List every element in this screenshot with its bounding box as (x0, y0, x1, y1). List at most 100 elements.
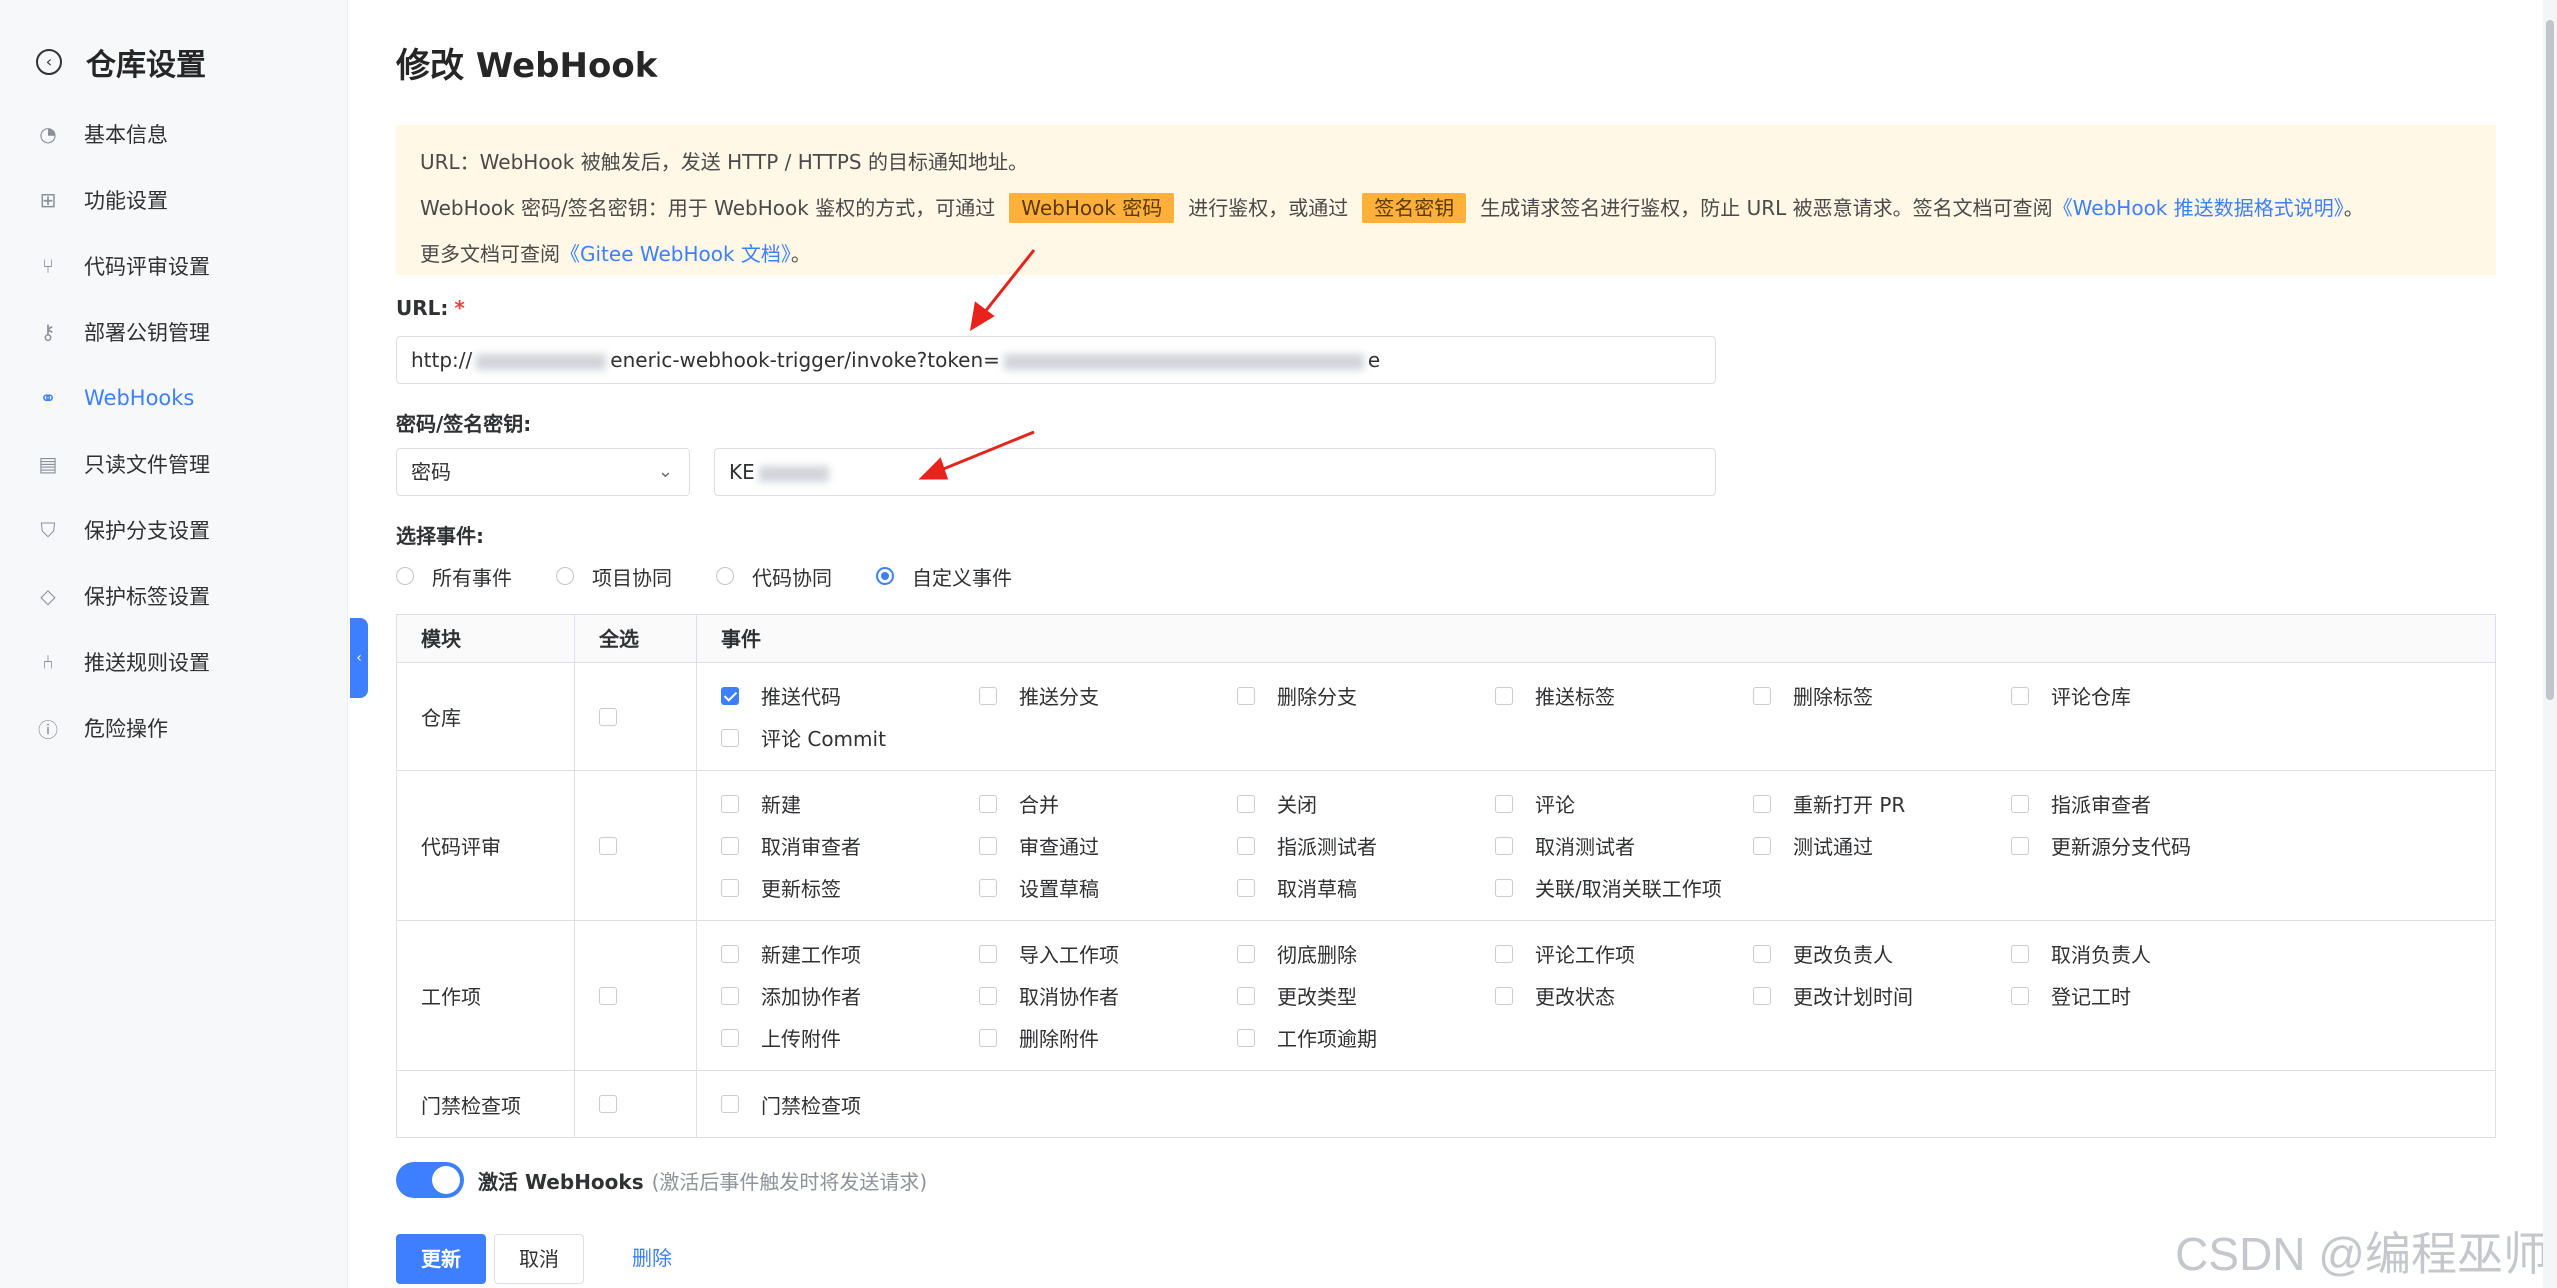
push-doc-link[interactable]: 《WebHook 推送数据格式说明》 (2053, 196, 2344, 220)
event-option[interactable]: 取消审查者 (721, 834, 979, 859)
event-checkbox[interactable] (1237, 878, 1255, 897)
event-checkbox[interactable] (1495, 794, 1513, 813)
event-mode-radio-3[interactable]: 自定义事件 (876, 562, 1012, 591)
event-checkbox[interactable] (721, 944, 739, 963)
scrollbar-thumb[interactable] (2546, 20, 2554, 700)
event-option[interactable]: 合并 (979, 792, 1237, 817)
sidebar-item-5[interactable]: ▤ 只读文件管理 (36, 444, 210, 484)
event-option[interactable]: 评论 (1495, 792, 1753, 817)
event-option[interactable]: 推送分支 (979, 684, 1237, 709)
event-option[interactable]: 关闭 (1237, 792, 1495, 817)
event-checkbox[interactable] (979, 836, 997, 855)
event-option[interactable]: 添加协作者 (721, 984, 979, 1009)
event-checkbox[interactable] (1495, 986, 1513, 1005)
cancel-button[interactable]: 取消 (494, 1234, 584, 1284)
event-checkbox[interactable] (721, 1028, 739, 1047)
select-all-checkbox[interactable] (599, 707, 617, 726)
event-checkbox[interactable] (2011, 836, 2029, 855)
select-all-checkbox[interactable] (599, 836, 617, 855)
event-option[interactable]: 门禁检查项 (721, 1092, 979, 1118)
event-option[interactable]: 更改计划时间 (1753, 984, 2011, 1009)
url-input[interactable]: http://eneric-webhook-trigger/invoke?tok… (396, 336, 1716, 384)
event-option[interactable]: 关联/取消关联工作项 (1495, 876, 1753, 901)
event-checkbox[interactable] (1237, 794, 1255, 813)
event-checkbox[interactable] (721, 1095, 739, 1113)
event-option[interactable]: 取消测试者 (1495, 834, 1753, 859)
event-checkbox[interactable] (979, 1028, 997, 1047)
event-option[interactable]: 新建工作项 (721, 942, 979, 967)
collapse-sidebar-button[interactable]: ‹ (350, 618, 368, 698)
event-option[interactable]: 更改负责人 (1753, 942, 2011, 967)
sidebar-item-7[interactable]: ◇ 保护标签设置 (36, 576, 210, 616)
radio-dot[interactable] (876, 567, 894, 585)
scrollbar[interactable] (2543, 0, 2557, 1288)
event-option[interactable]: 登记工时 (2011, 984, 2269, 1009)
sidebar-item-8[interactable]: ⑃ 推送规则设置 (36, 642, 210, 682)
event-checkbox[interactable] (2011, 944, 2029, 963)
select-all-checkbox[interactable] (599, 986, 617, 1005)
back-icon[interactable]: ‹ (36, 49, 62, 75)
event-option[interactable]: 删除标签 (1753, 684, 2011, 709)
event-option[interactable]: 更改类型 (1237, 984, 1495, 1009)
event-checkbox[interactable] (1237, 686, 1255, 705)
event-option[interactable]: 取消负责人 (2011, 942, 2269, 967)
sidebar-item-9[interactable]: ⓘ 危险操作 (36, 708, 168, 748)
event-checkbox[interactable] (1753, 986, 1771, 1005)
sidebar-item-6[interactable]: ⛉ 保护分支设置 (36, 510, 211, 550)
event-option[interactable]: 评论仓库 (2011, 684, 2269, 709)
sidebar-item-2[interactable]: ⑂ 代码评审设置 (36, 246, 210, 286)
event-option[interactable]: 推送代码 (721, 684, 979, 709)
event-checkbox[interactable] (721, 794, 739, 813)
event-option[interactable]: 指派测试者 (1237, 834, 1495, 859)
event-checkbox[interactable] (1237, 944, 1255, 963)
select-all-checkbox[interactable] (599, 1095, 617, 1113)
delete-button[interactable]: 删除 (608, 1234, 696, 1284)
event-checkbox[interactable] (979, 944, 997, 963)
event-checkbox[interactable] (1237, 1028, 1255, 1047)
event-checkbox[interactable] (721, 836, 739, 855)
event-option[interactable]: 推送标签 (1495, 684, 1753, 709)
event-checkbox[interactable] (1753, 836, 1771, 855)
event-option[interactable]: 工作项逾期 (1237, 1026, 1495, 1051)
event-option[interactable]: 设置草稿 (979, 876, 1237, 901)
event-checkbox[interactable] (979, 878, 997, 897)
event-checkbox[interactable] (721, 686, 739, 705)
event-mode-radio-1[interactable]: 项目协同 (556, 562, 672, 591)
sidebar-item-3[interactable]: ⚷ 部署公钥管理 (36, 312, 210, 352)
sidebar-item-0[interactable]: ◔ 基本信息 (36, 114, 168, 154)
event-option[interactable]: 测试通过 (1753, 834, 2011, 859)
event-option[interactable]: 新建 (721, 792, 979, 817)
event-checkbox[interactable] (721, 878, 739, 897)
sidebar-item-1[interactable]: ⊞ 功能设置 (36, 180, 168, 220)
event-checkbox[interactable] (1495, 686, 1513, 705)
event-checkbox[interactable] (1495, 878, 1513, 897)
activate-toggle[interactable] (396, 1162, 464, 1198)
secret-input[interactable]: KE (714, 448, 1716, 496)
event-checkbox[interactable] (1753, 794, 1771, 813)
event-mode-radio-2[interactable]: 代码协同 (716, 562, 832, 591)
event-checkbox[interactable] (1753, 944, 1771, 963)
event-mode-radio-0[interactable]: 所有事件 (396, 562, 512, 591)
event-option[interactable]: 删除分支 (1237, 684, 1495, 709)
gitee-doc-link[interactable]: 《Gitee WebHook 文档》 (560, 242, 791, 266)
sidebar-item-4[interactable]: ⚭ WebHooks (36, 378, 195, 418)
event-checkbox[interactable] (1753, 686, 1771, 705)
radio-dot[interactable] (396, 567, 414, 585)
update-button[interactable]: 更新 (396, 1234, 486, 1284)
event-option[interactable]: 上传附件 (721, 1026, 979, 1051)
secret-type-select[interactable]: 密码 ⌄ (396, 448, 690, 496)
event-checkbox[interactable] (1495, 944, 1513, 963)
event-checkbox[interactable] (1237, 986, 1255, 1005)
event-option[interactable]: 指派审查者 (2011, 792, 2269, 817)
event-option[interactable]: 取消协作者 (979, 984, 1237, 1009)
event-option[interactable]: 评论 Commit (721, 726, 979, 751)
event-option[interactable]: 更新源分支代码 (2011, 834, 2269, 859)
radio-dot[interactable] (716, 567, 734, 585)
radio-dot[interactable] (556, 567, 574, 585)
event-checkbox[interactable] (979, 794, 997, 813)
event-option[interactable]: 更新标签 (721, 876, 979, 901)
event-option[interactable]: 导入工作项 (979, 942, 1237, 967)
event-option[interactable]: 取消草稿 (1237, 876, 1495, 901)
event-option[interactable]: 审查通过 (979, 834, 1237, 859)
event-checkbox[interactable] (2011, 986, 2029, 1005)
